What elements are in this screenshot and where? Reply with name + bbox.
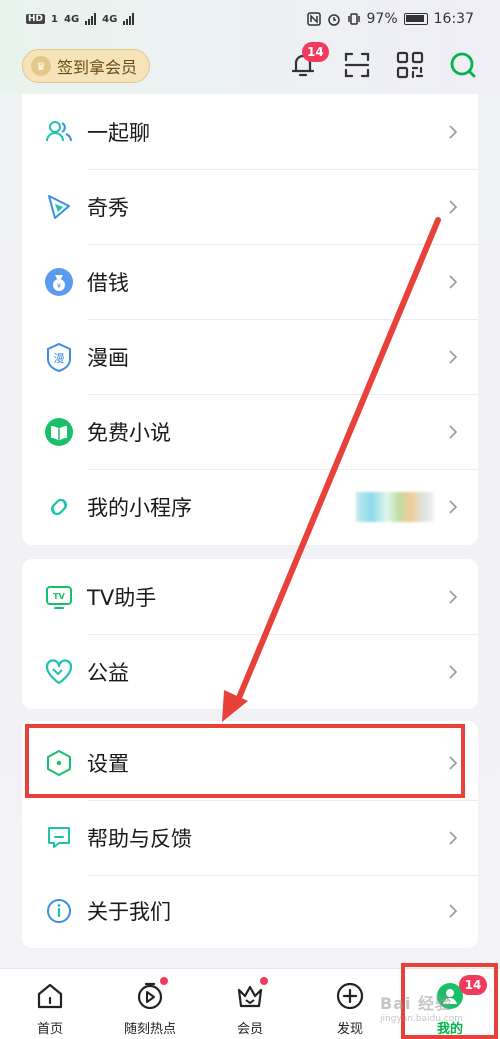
menu-item-tv-assistant[interactable]: TV TV助手 — [22, 559, 478, 634]
plus-circle-icon — [336, 982, 364, 1010]
nav-home[interactable]: 首页 — [10, 969, 90, 1039]
chevron-right-icon — [449, 664, 458, 679]
chevron-right-icon — [449, 199, 458, 214]
svg-text:¥: ¥ — [57, 282, 62, 290]
signal-icon-2 — [123, 13, 135, 25]
settings-highlight-box — [25, 724, 465, 798]
book-icon — [45, 417, 73, 446]
menu-item-comic[interactable]: 漫 漫画 — [22, 319, 478, 394]
chevron-right-icon — [449, 830, 458, 845]
qixiu-icon — [48, 194, 70, 219]
nav-label: 会员 — [236, 1022, 263, 1037]
comic-icon: 漫 — [47, 342, 71, 372]
menu-item-label: 奇秀 — [87, 195, 129, 220]
tv-icon: TV — [46, 585, 72, 609]
menu-item-label: 公益 — [87, 660, 129, 685]
header: ♛ 签到拿会员 14 — [0, 38, 500, 94]
net1-label: 4G — [63, 13, 80, 25]
mini-program-icon — [50, 498, 68, 515]
crown-icon — [237, 985, 263, 1008]
vip-sign-label: 签到拿会员 — [57, 58, 138, 77]
chevron-right-icon — [449, 424, 458, 439]
svg-text:TV: TV — [53, 592, 65, 601]
menu-group-2: TV TV助手 公益 — [22, 559, 478, 709]
nav-discover[interactable]: 发现 — [310, 969, 390, 1039]
status-left: HD 1 4G 4G — [26, 13, 135, 25]
menu-item-qixiu[interactable]: 奇秀 — [22, 169, 478, 244]
nav-label: 随刻热点 — [123, 1022, 176, 1037]
signal-icon — [85, 13, 97, 25]
nav-label: 发现 — [336, 1022, 363, 1037]
menu-item-label: 我的小程序 — [87, 495, 192, 520]
svg-text:漫: 漫 — [54, 351, 65, 365]
menu-item-label: 关于我们 — [87, 899, 171, 924]
menu-item-label: TV助手 — [87, 585, 157, 610]
nav-label: 首页 — [36, 1022, 63, 1037]
feedback-icon — [48, 826, 70, 848]
qr-code-icon[interactable] — [395, 50, 425, 80]
hd-badge: HD — [26, 14, 46, 24]
nav-hot[interactable]: 随刻热点 — [110, 969, 190, 1039]
net2-label: 4G — [102, 13, 118, 25]
watermark-main: Bai 经验 — [380, 994, 453, 1013]
chevron-right-icon — [449, 349, 458, 364]
menu-item-label: 帮助与反馈 — [87, 826, 192, 851]
status-bar: HD 1 4G 4G 97% 16:37 — [0, 0, 500, 38]
menu-item-label: 一起聊 — [87, 120, 150, 145]
chevron-right-icon — [449, 499, 458, 514]
home-icon — [37, 983, 63, 1009]
money-bag-icon: ¥ — [45, 267, 73, 296]
heart-icon — [45, 658, 73, 684]
menu-item-label: 漫画 — [87, 345, 129, 370]
watermark: Bai 经验 jingyan.baidu.com — [380, 990, 463, 1024]
watermark-sub: jingyan.baidu.com — [380, 1014, 464, 1024]
menu-item-help-feedback[interactable]: 帮助与反馈 — [22, 800, 478, 875]
status-right: 97% 16:37 — [306, 11, 474, 27]
chevron-right-icon — [449, 124, 458, 139]
search-icon[interactable] — [448, 50, 478, 80]
nav-dot — [160, 977, 168, 985]
nav-vip[interactable]: 会员 — [210, 969, 290, 1039]
chevron-right-icon — [449, 903, 458, 918]
nav-dot — [260, 977, 268, 985]
menu-item-label: 借钱 — [87, 270, 129, 295]
scan-icon[interactable] — [342, 50, 372, 80]
chevron-right-icon — [449, 274, 458, 289]
nfc-icon — [306, 12, 321, 26]
chevron-right-icon — [449, 589, 458, 604]
menu-item-chat[interactable]: 一起聊 — [22, 94, 478, 169]
menu-item-borrow[interactable]: ¥ 借钱 — [22, 244, 478, 319]
notification-badge: 14 — [302, 42, 329, 62]
vibrate-icon — [347, 13, 360, 25]
menu-item-novel[interactable]: 免费小说 — [22, 394, 478, 469]
crown-icon: ♛ — [31, 56, 51, 76]
menu-item-mini-programs[interactable]: 我的小程序 — [22, 469, 478, 544]
alarm-icon — [327, 14, 340, 26]
chat-people-icon — [46, 120, 72, 141]
play-clock-icon — [137, 982, 163, 1010]
menu-group-1: 一起聊 奇秀 ¥ 借钱 漫 漫画 免费小说 我的小程序 — [22, 94, 478, 545]
battery-icon — [403, 13, 428, 25]
battery-percent: 97% — [366, 11, 398, 27]
sim1-label: 1 — [51, 13, 58, 25]
menu-item-about-us[interactable]: 关于我们 — [22, 873, 478, 948]
clock: 16:37 — [433, 11, 474, 27]
menu-item-charity[interactable]: 公益 — [22, 634, 478, 709]
info-icon — [47, 898, 71, 923]
vip-sign-button[interactable]: ♛ 签到拿会员 — [22, 49, 150, 83]
mini-program-thumbnails — [356, 491, 434, 522]
menu-item-label: 免费小说 — [87, 420, 171, 445]
